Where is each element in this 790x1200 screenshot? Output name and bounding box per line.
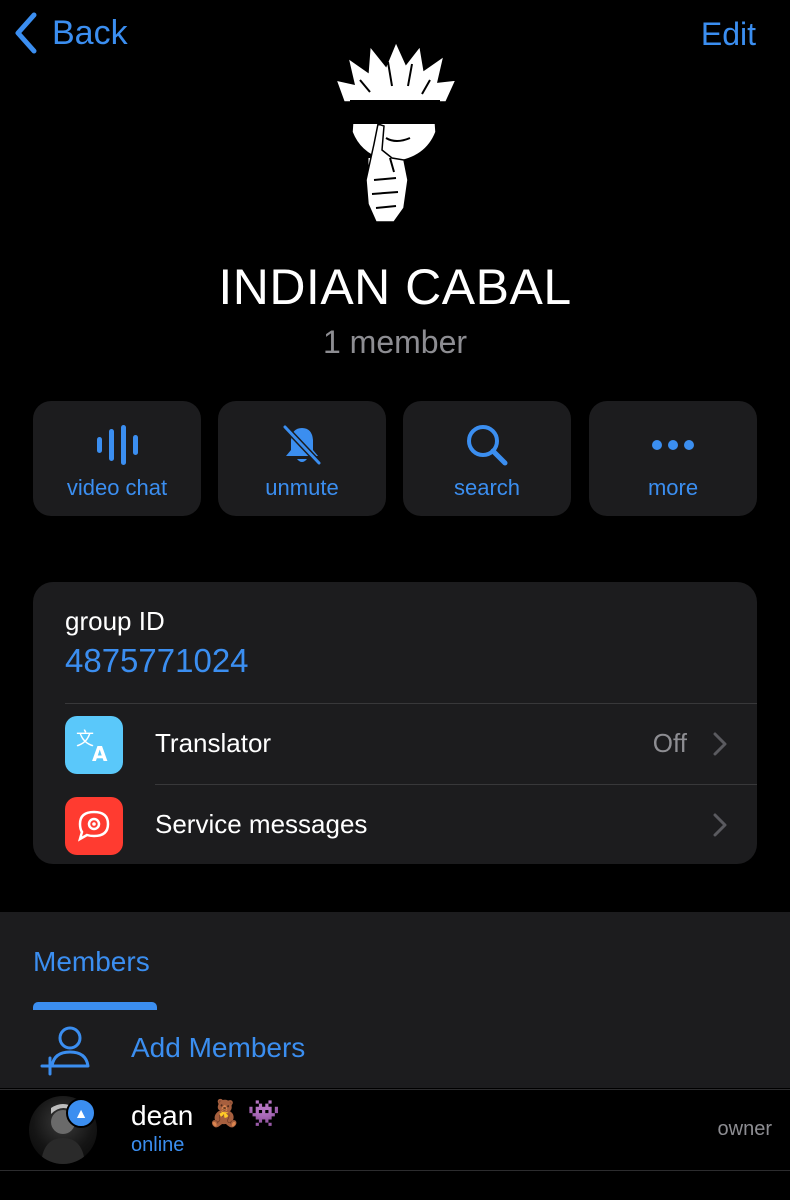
add-members-button[interactable]: Add Members xyxy=(0,1010,790,1088)
edit-button[interactable]: Edit xyxy=(701,16,756,53)
avatar-illustration xyxy=(334,40,458,223)
translator-row[interactable]: 文 A Translator Off xyxy=(33,704,757,784)
video-chat-button[interactable]: video chat xyxy=(33,401,201,516)
add-members-label: Add Members xyxy=(131,1032,306,1063)
search-button[interactable]: search xyxy=(403,401,571,516)
bell-slash-icon xyxy=(218,423,386,467)
group-avatar[interactable] xyxy=(330,40,460,240)
search-label: search xyxy=(453,475,521,500)
premium-badge-icon: ▲ xyxy=(66,1098,96,1128)
svg-text:A: A xyxy=(92,742,108,765)
tab-indicator xyxy=(33,1002,157,1010)
tab-members[interactable]: Members xyxy=(33,946,150,978)
member-name: dean xyxy=(131,1100,194,1131)
translator-label: Translator xyxy=(155,728,272,758)
waveform-icon xyxy=(33,423,201,467)
back-label: Back xyxy=(52,13,128,52)
ellipsis-icon xyxy=(589,423,757,467)
service-messages-label: Service messages xyxy=(155,809,368,839)
translate-icon: 文 A xyxy=(65,716,123,774)
chevron-right-icon xyxy=(713,813,727,837)
video-chat-label: video chat xyxy=(66,475,168,500)
back-button[interactable]: Back xyxy=(14,12,128,54)
chat-gear-icon xyxy=(65,797,123,855)
unmute-label: unmute xyxy=(265,475,339,500)
chevron-left-icon xyxy=(15,12,37,54)
group-title: INDIAN CABAL xyxy=(218,259,572,315)
unmute-button[interactable]: unmute xyxy=(218,401,386,516)
group-id-value[interactable]: 4875771024 xyxy=(65,642,249,680)
translator-value: Off xyxy=(652,728,687,758)
group-id-label: group ID xyxy=(65,606,165,636)
member-count: 1 member xyxy=(322,324,468,360)
more-label: more xyxy=(647,475,699,500)
group-info-card: group ID 4875771024 文 A Translator Off S… xyxy=(33,582,757,864)
magnifier-icon xyxy=(403,423,571,467)
chevron-right-icon xyxy=(713,732,727,756)
member-status: online xyxy=(131,1134,185,1156)
member-row[interactable]: ▲ dean 🧸 👾 online owner xyxy=(0,1089,790,1171)
service-messages-row[interactable]: Service messages xyxy=(33,785,757,865)
add-person-icon xyxy=(40,1026,90,1076)
more-button[interactable]: more xyxy=(589,401,757,516)
member-role: owner xyxy=(717,1118,772,1140)
member-emoji-status: 🧸 👾 xyxy=(208,1098,280,1128)
